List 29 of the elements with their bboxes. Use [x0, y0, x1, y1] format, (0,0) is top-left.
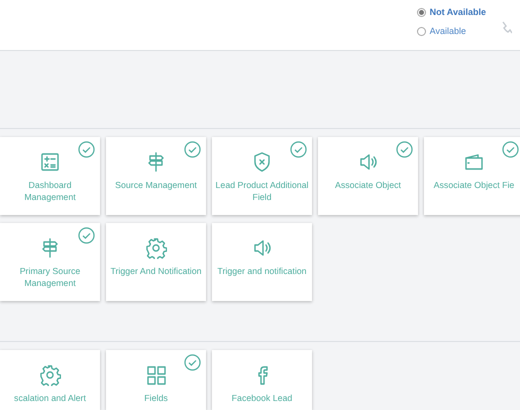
card-label: Primary Source Management — [18, 265, 82, 290]
card-label: Associate Object Fie — [432, 179, 516, 192]
card-label: Trigger And Notification — [109, 265, 203, 278]
module-card[interactable]: Trigger and notification — [212, 223, 312, 301]
radio-option[interactable]: Available — [416, 24, 486, 38]
card-label: Fields — [143, 392, 169, 404]
card-label: Facebook Lead — [230, 392, 294, 404]
radio-option[interactable]: Not Available — [416, 6, 486, 20]
gear-icon — [39, 364, 61, 386]
card-label: Source Management — [114, 179, 198, 192]
module-card[interactable]: Dashboard Management — [0, 137, 100, 215]
module-card[interactable]: Fields — [106, 350, 206, 410]
module-card[interactable]: Primary Source Management — [0, 223, 100, 301]
card-label: Lead Product Additional Field — [214, 179, 310, 204]
card-label: Dashboard Management — [23, 179, 77, 204]
module-card[interactable]: scalation and Alert — [0, 350, 100, 410]
module-card[interactable]: Trigger And Notification — [106, 223, 206, 301]
card-label: Trigger and notification — [216, 265, 308, 278]
calculator-icon — [39, 151, 61, 173]
module-card[interactable]: Lead Product Additional Field — [212, 137, 312, 215]
module-card[interactable]: Facebook Lead — [212, 350, 312, 410]
module-card[interactable]: Associate Object Fie — [424, 137, 520, 215]
module-card[interactable]: Associate Object — [318, 137, 418, 215]
module-card[interactable]: Source Management — [106, 137, 206, 215]
gear-icon — [145, 237, 167, 259]
card-label: Associate Object — [334, 179, 402, 192]
grid-icon — [145, 364, 167, 386]
phone-icon — [500, 20, 512, 36]
card-label: scalation and Alert — [13, 392, 87, 404]
